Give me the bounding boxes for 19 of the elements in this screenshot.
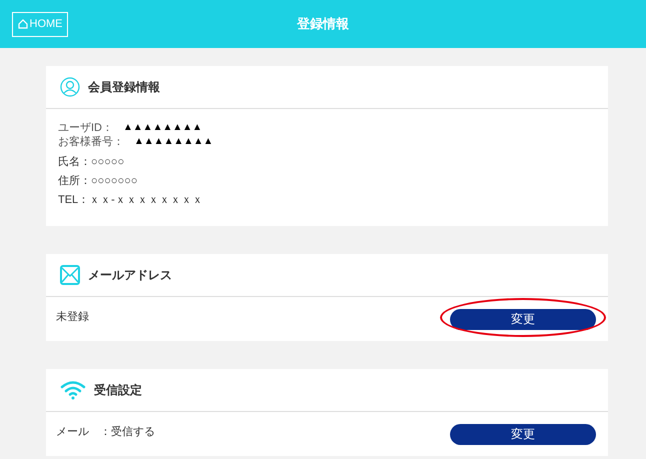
field-label: ユーザID：: [58, 121, 113, 135]
info-line: TEL：ｘｘ-ｘｘｘｘｘｘｘｘ: [58, 193, 204, 208]
user-icon: [60, 77, 80, 97]
page-title: 登録情報: [297, 15, 349, 34]
field-value: ▲▲▲▲▲▲▲▲: [123, 121, 202, 135]
field-label: お客様番号：: [58, 135, 124, 149]
section-title: 会員登録情報: [88, 79, 160, 96]
section-title: メールアドレス: [88, 267, 172, 284]
change-button[interactable]: 変更: [450, 308, 596, 330]
info-line: 住所：○○○○○○○: [58, 174, 139, 189]
setting-value: 未登録: [56, 310, 89, 325]
change-button[interactable]: 変更: [450, 424, 596, 444]
info-line: 氏名：○○○○○: [58, 155, 126, 170]
envelope-icon: [60, 265, 80, 285]
field-value: ▲▲▲▲▲▲▲▲: [134, 135, 214, 149]
home-icon: [18, 19, 28, 29]
setting-value: メール ：受信する: [56, 424, 155, 440]
wifi-icon: [60, 380, 86, 400]
section-title: 受信設定: [94, 382, 142, 399]
